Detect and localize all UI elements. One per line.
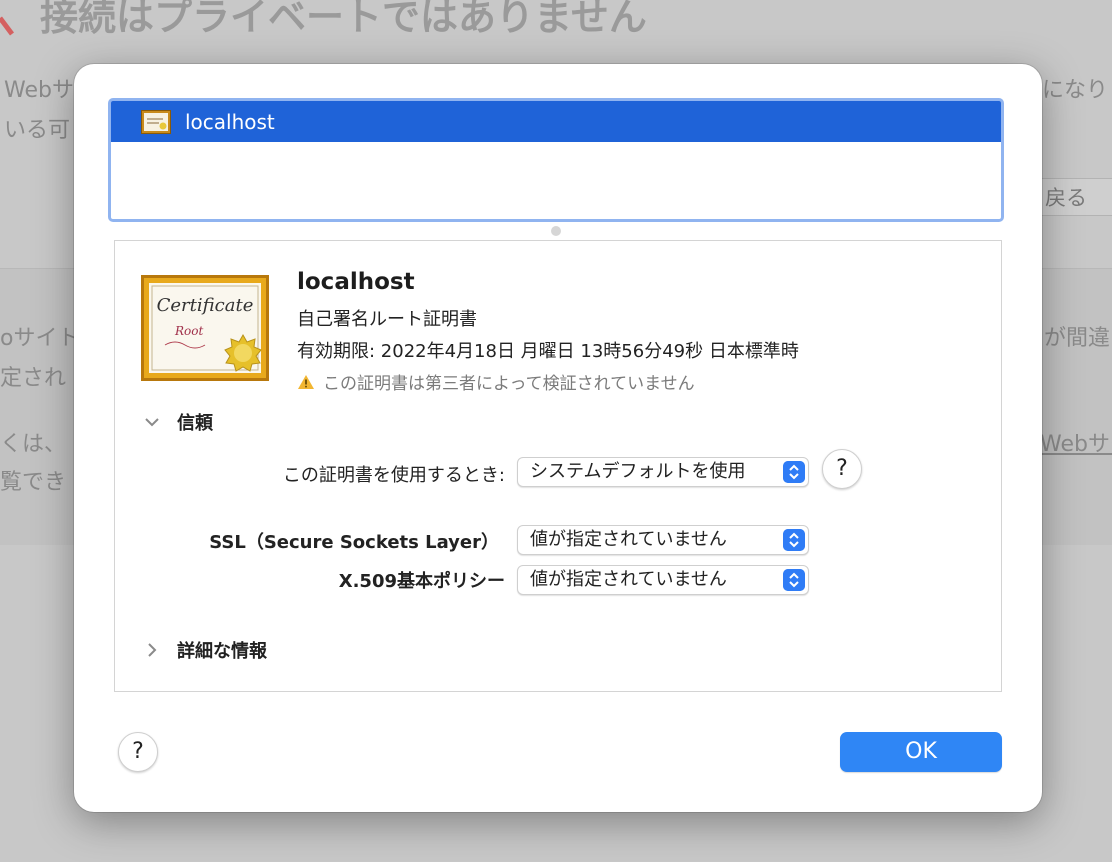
- background-title: 接続はプライベートではありません: [40, 0, 647, 39]
- background-text: いる可: [4, 118, 71, 143]
- chevron-down-icon: [145, 418, 159, 427]
- background-link: Webサイ: [1040, 432, 1112, 457]
- certificate-image-subtitle: Root: [174, 324, 203, 338]
- back-button: 戻る: [1036, 178, 1112, 216]
- certificate-image-title: Certificate: [157, 295, 254, 316]
- background-text: oサイト: [0, 326, 80, 351]
- certificate-expiry: 有効期限: 2022年4月18日 月曜日 13時56分49秒 日本標準時: [297, 341, 799, 362]
- ssl-popup[interactable]: 値が指定されていません: [517, 525, 809, 555]
- dialog-help-button[interactable]: ?: [118, 732, 158, 772]
- certificate-type: 自己署名ルート証明書: [297, 309, 477, 330]
- split-handle[interactable]: [551, 226, 561, 236]
- certificate-name: localhost: [297, 269, 415, 295]
- certificate-icon: [141, 109, 171, 134]
- details-disclosure[interactable]: 詳細な情報: [143, 637, 267, 663]
- trust-disclosure[interactable]: 信頼: [143, 409, 213, 435]
- certificate-dialog: localhost Certificate Root localhost 自己署…: [74, 64, 1042, 812]
- details-section-label: 詳細な情報: [177, 641, 267, 662]
- certificate-list-item[interactable]: localhost: [111, 101, 1001, 142]
- certificate-warning-text: この証明書は第三者によって検証されていません: [323, 374, 695, 394]
- when-using-value: システムデフォルトを使用: [530, 461, 746, 482]
- certificate-detail-panel: Certificate Root localhost 自己署名ルート証明書 有効…: [114, 240, 1002, 692]
- ok-button[interactable]: OK: [840, 732, 1002, 772]
- popup-arrows-icon: [783, 461, 805, 483]
- trust-section-label: 信頼: [177, 413, 213, 434]
- background-text: 定され: [0, 366, 67, 391]
- warning-icon: [0, 16, 14, 36]
- when-using-popup[interactable]: システムデフォルトを使用: [517, 457, 809, 487]
- background-text: になり: [1042, 78, 1109, 103]
- when-using-label: この証明書を使用するとき:: [282, 465, 505, 486]
- ssl-label: SSL（Secure Sockets Layer）: [209, 532, 499, 553]
- background-text: が間違: [1044, 326, 1111, 351]
- x509-value: 値が指定されていません: [530, 569, 727, 590]
- ssl-value: 値が指定されていません: [530, 529, 727, 550]
- popup-arrows-icon: [783, 529, 805, 551]
- background-text: Webサ: [4, 78, 74, 103]
- certificate-warning: この証明書は第三者によって検証されていません: [297, 369, 695, 394]
- x509-popup[interactable]: 値が指定されていません: [517, 565, 809, 595]
- background-text: くは、: [0, 432, 67, 457]
- certificate-image: Certificate Root: [141, 275, 269, 381]
- popup-arrows-icon: [783, 569, 805, 591]
- certificate-list[interactable]: localhost: [108, 98, 1004, 222]
- background-text: 覧でき: [0, 470, 67, 495]
- warning-icon: [298, 374, 314, 389]
- help-button[interactable]: ?: [822, 449, 862, 489]
- certificate-list-item-label: localhost: [185, 109, 275, 134]
- x509-label: X.509基本ポリシー: [338, 571, 505, 592]
- chevron-right-icon: [148, 643, 157, 657]
